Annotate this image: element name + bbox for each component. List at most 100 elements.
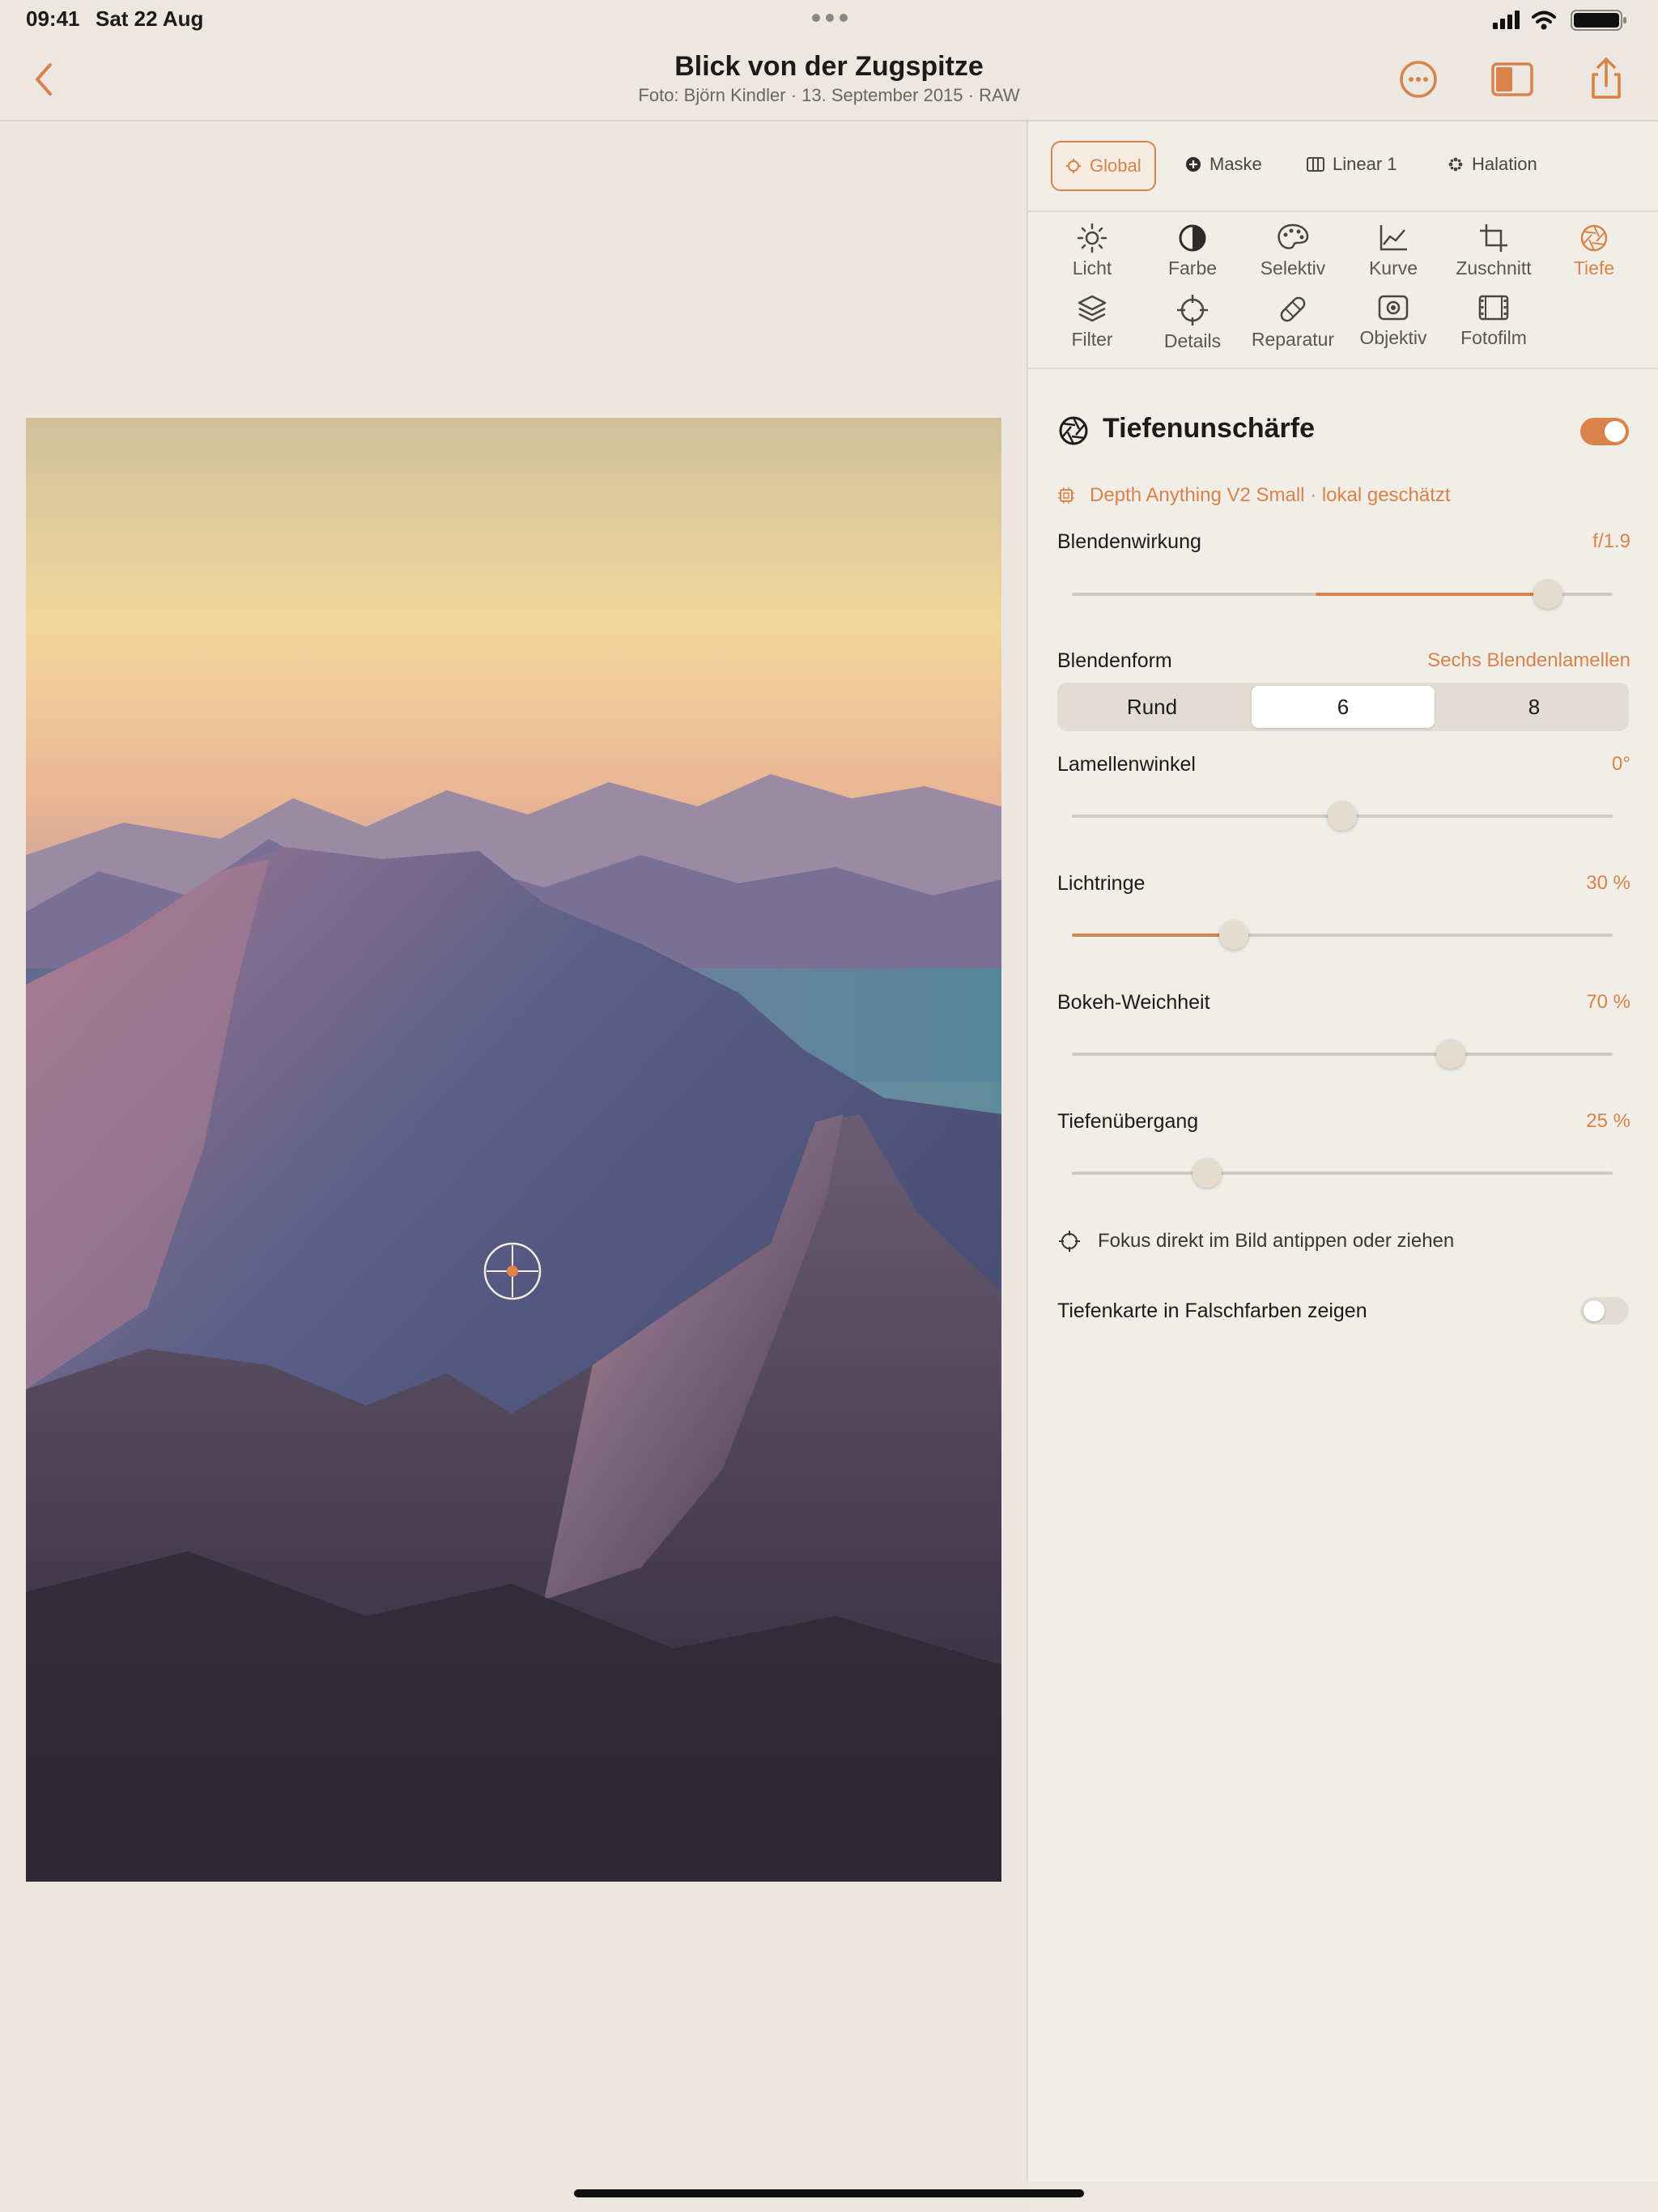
tool-zuschnitt[interactable]: Zuschnitt bbox=[1446, 222, 1541, 279]
multitasking-dots-icon[interactable] bbox=[811, 13, 848, 23]
sun-icon bbox=[1077, 223, 1107, 253]
status-icons bbox=[1493, 10, 1626, 31]
tab-global[interactable]: Global bbox=[1051, 141, 1156, 191]
tool-label: Objektiv bbox=[1359, 327, 1427, 348]
tool-fotofilm[interactable]: Fotofilm bbox=[1446, 293, 1541, 349]
compare-split-button[interactable] bbox=[1490, 57, 1535, 102]
status-time: 09:41 bbox=[26, 6, 80, 31]
depth-transition-slider[interactable] bbox=[1072, 1157, 1613, 1189]
aperture-effect-label: Blendenwirkung bbox=[1057, 530, 1201, 553]
focus-target-icon bbox=[1059, 1231, 1080, 1252]
layers-icon bbox=[1078, 295, 1107, 322]
false-color-toggle[interactable] bbox=[1580, 1297, 1629, 1325]
tool-selektiv[interactable]: Selektiv bbox=[1245, 222, 1341, 279]
tool-label: Kurve bbox=[1368, 257, 1418, 279]
bokeh-softness-value: 70 % bbox=[1586, 991, 1630, 1013]
tool-label: Selektiv bbox=[1260, 257, 1326, 279]
chip-icon bbox=[1058, 487, 1074, 504]
tool-tiefe[interactable]: Tiefe bbox=[1546, 222, 1642, 279]
aperture-effect-slider[interactable] bbox=[1072, 578, 1613, 610]
crop-icon bbox=[1480, 224, 1507, 252]
photo-preview[interactable] bbox=[26, 418, 1001, 1882]
segment-rund[interactable]: Rund bbox=[1061, 686, 1244, 728]
focus-hint: Fokus direkt im Bild antippen oder ziehe… bbox=[1057, 1229, 1454, 1253]
aperture-icon bbox=[1059, 416, 1088, 445]
tool-label: Licht bbox=[1072, 257, 1112, 279]
bokeh-softness-slider[interactable] bbox=[1072, 1038, 1613, 1070]
sparkle-icon bbox=[1448, 157, 1463, 172]
aperture-effect-value: f/1.9 bbox=[1592, 530, 1630, 552]
back-button[interactable] bbox=[29, 60, 58, 99]
blade-angle-label: Lamellenwinkel bbox=[1057, 753, 1196, 776]
blade-angle-value: 0° bbox=[1612, 753, 1630, 775]
light-rings-slider[interactable] bbox=[1072, 919, 1613, 951]
tab-label: Maske bbox=[1209, 154, 1262, 174]
linear-gradient-icon bbox=[1307, 157, 1324, 172]
tool-licht[interactable]: Licht bbox=[1044, 222, 1140, 279]
depth-transition-label: Tiefenübergang bbox=[1057, 1110, 1199, 1133]
false-color-label: Tiefenkarte in Falschfarben zeigen bbox=[1057, 1300, 1367, 1322]
target-icon bbox=[1066, 159, 1081, 173]
tool-label: Fotofilm bbox=[1460, 327, 1527, 348]
curve-chart-icon bbox=[1380, 225, 1407, 251]
tool-reparatur[interactable]: Reparatur bbox=[1245, 293, 1341, 351]
tab-mask[interactable]: Maske bbox=[1172, 141, 1275, 188]
lens-icon bbox=[1378, 295, 1409, 321]
aperture-icon bbox=[1580, 224, 1608, 252]
depth-transition-value: 25 % bbox=[1586, 1110, 1630, 1132]
tab-linear[interactable]: Linear 1 bbox=[1294, 141, 1410, 188]
crosshair-icon bbox=[1177, 295, 1208, 325]
tool-label: Reparatur bbox=[1251, 329, 1335, 350]
status-bar: 09:41 Sat 22 Aug bbox=[0, 0, 1658, 39]
segment-8[interactable]: 8 bbox=[1443, 686, 1626, 728]
bandage-icon bbox=[1280, 296, 1306, 322]
tool-filter[interactable]: Filter bbox=[1044, 293, 1140, 351]
cellular-signal-icon bbox=[1493, 11, 1520, 29]
model-label: Depth Anything V2 Small · lokal geschätz… bbox=[1090, 484, 1451, 506]
tool-label: Tiefe bbox=[1573, 257, 1615, 279]
page-title: Blick von der Zugspitze bbox=[674, 51, 984, 82]
divider bbox=[1028, 368, 1658, 369]
tool-kurve[interactable]: Kurve bbox=[1346, 222, 1441, 279]
divider bbox=[1028, 211, 1658, 212]
model-info: Depth Anything V2 Small · lokal geschätz… bbox=[1057, 484, 1451, 507]
segment-6[interactable]: 6 bbox=[1252, 686, 1435, 728]
tool-farbe[interactable]: Farbe bbox=[1145, 222, 1240, 279]
adjustment-panel: Global Maske Linear 1 Halation Licht Far… bbox=[1027, 121, 1658, 2182]
tool-label: Details bbox=[1163, 330, 1222, 351]
palette-icon bbox=[1278, 223, 1309, 249]
page-subtitle: Foto: Björn Kindler · 13. September 2015… bbox=[638, 85, 1020, 105]
share-button[interactable] bbox=[1584, 57, 1629, 102]
tab-label: Global bbox=[1090, 155, 1141, 176]
tool-label: Zuschnitt bbox=[1456, 257, 1532, 279]
light-rings-value: 30 % bbox=[1586, 872, 1630, 894]
tab-halation[interactable]: Halation bbox=[1435, 141, 1550, 188]
depth-blur-toggle[interactable] bbox=[1580, 418, 1629, 445]
light-rings-label: Lichtringe bbox=[1057, 872, 1146, 895]
bokeh-softness-label: Bokeh-Weichheit bbox=[1057, 991, 1210, 1014]
focus-point-reticle[interactable] bbox=[483, 1241, 542, 1301]
tool-objektiv[interactable]: Objektiv bbox=[1346, 293, 1441, 349]
photo-canvas[interactable] bbox=[0, 121, 1027, 2212]
navigation-bar: Blick von der Zugspitze Foto: Björn Kind… bbox=[0, 39, 1658, 121]
tool-label: Filter bbox=[1071, 329, 1113, 350]
more-options-button[interactable] bbox=[1396, 57, 1441, 102]
battery-icon bbox=[1571, 10, 1626, 31]
blade-shape-value: Sechs Blendenlamellen bbox=[1427, 649, 1630, 671]
status-date: Sat 22 Aug bbox=[96, 6, 204, 31]
blade-shape-segmented-control[interactable]: Rund 6 8 bbox=[1057, 683, 1629, 731]
blade-shape-label: Blendenform bbox=[1057, 649, 1172, 672]
half-circle-icon bbox=[1179, 224, 1206, 252]
focus-hint-text: Fokus direkt im Bild antippen oder ziehe… bbox=[1098, 1230, 1455, 1252]
wifi-icon bbox=[1532, 11, 1556, 30]
section-title: Tiefenunschärfe bbox=[1103, 413, 1316, 444]
tool-label: Farbe bbox=[1167, 257, 1218, 279]
blade-angle-slider[interactable] bbox=[1072, 800, 1613, 832]
tool-details[interactable]: Details bbox=[1145, 293, 1240, 352]
home-indicator[interactable] bbox=[574, 2189, 1084, 2197]
tab-label: Linear 1 bbox=[1333, 154, 1397, 174]
film-icon bbox=[1478, 295, 1509, 321]
plus-circle-icon bbox=[1186, 157, 1201, 172]
title-block: Blick von der Zugspitze Foto: Björn Kind… bbox=[505, 49, 1153, 107]
tab-label: Halation bbox=[1472, 154, 1537, 174]
